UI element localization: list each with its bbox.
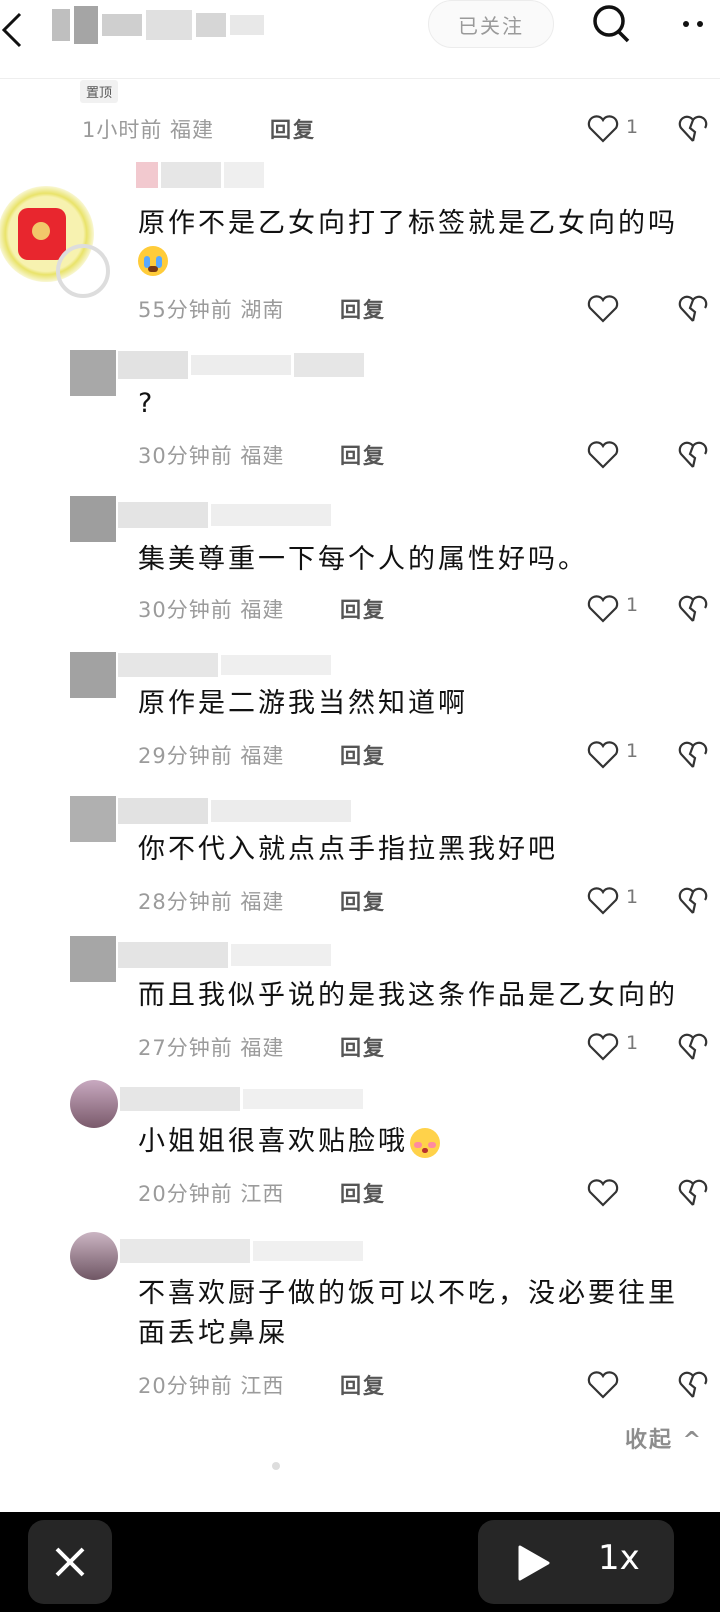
avatar[interactable] — [70, 1080, 118, 1128]
comment-text: 不喜欢厨子做的饭可以不吃，没必要往里 — [138, 1278, 678, 1309]
blurred-username — [118, 650, 331, 680]
crying-emoji-icon — [138, 246, 168, 276]
comment-meta: 20分钟前 江西 — [138, 1374, 285, 1398]
comment-text-line2: 面丢坨鼻屎 — [138, 1318, 288, 1349]
follow-status-button[interactable]: 已关注 — [428, 0, 554, 48]
avatar[interactable] — [70, 1232, 118, 1280]
reply-button[interactable]: 回复 — [340, 740, 386, 770]
back-icon[interactable] — [0, 8, 34, 52]
avatar[interactable] — [70, 350, 116, 396]
pinned-reply-button[interactable]: 回复 — [270, 114, 316, 144]
reply-button[interactable]: 回复 — [340, 294, 386, 324]
reply-button[interactable]: 回复 — [340, 1178, 386, 1208]
comment-meta: 30分钟前 福建 — [138, 444, 285, 468]
play-icon[interactable] — [516, 1544, 552, 1582]
comment-text: 你不代入就点点手指拉黑我好吧 — [138, 834, 558, 865]
comment-meta: 27分钟前 福建 — [138, 1036, 285, 1060]
heart-icon[interactable] — [586, 294, 620, 324]
comment-meta: 55分钟前 湖南 — [138, 298, 285, 322]
reply-button[interactable]: 回复 — [340, 440, 386, 470]
playback-speed-button[interactable]: 1x — [598, 1538, 640, 1578]
comment-meta: 29分钟前 福建 — [138, 744, 285, 768]
heart-icon[interactable] — [586, 886, 620, 916]
broken-heart-icon[interactable] — [678, 740, 708, 770]
blurred-username — [118, 350, 364, 380]
close-icon — [55, 1547, 85, 1577]
comment-text: 原作是二游我当然知道啊 — [138, 688, 468, 719]
broken-heart-icon[interactable] — [678, 1032, 708, 1062]
reply-button[interactable]: 回复 — [340, 1370, 386, 1400]
broken-heart-icon[interactable] — [678, 114, 708, 144]
playback-controls: 1x — [478, 1520, 674, 1604]
like-count: 1 — [626, 116, 639, 138]
broken-heart-icon[interactable] — [678, 1370, 708, 1400]
heart-icon[interactable] — [586, 594, 620, 624]
comment-text-content: 小姐姐很喜欢贴脸哦 — [138, 1126, 408, 1157]
heart-icon[interactable] — [586, 114, 620, 144]
search-icon[interactable] — [590, 4, 634, 48]
broken-heart-icon[interactable] — [678, 1178, 708, 1208]
comment-text: 而且我似乎说的是我这条作品是乙女向的 — [138, 980, 678, 1011]
comment-text: 小姐姐很喜欢贴脸哦 — [138, 1122, 440, 1162]
page-indicator — [272, 1462, 280, 1470]
comment-meta: 20分钟前 江西 — [138, 1182, 285, 1206]
like-count: 1 — [626, 886, 639, 908]
blurred-username — [118, 500, 331, 530]
reply-button[interactable]: 回复 — [340, 886, 386, 916]
heart-icon[interactable] — [586, 1370, 620, 1400]
avatar[interactable] — [70, 496, 116, 542]
pinned-meta: 1小时前 福建 — [82, 118, 215, 142]
like-count: 1 — [626, 1032, 639, 1054]
avatar-ring — [56, 244, 110, 298]
avatar[interactable] — [70, 936, 116, 982]
blurred-username — [118, 796, 351, 826]
close-button[interactable] — [28, 1520, 112, 1604]
heart-icon[interactable] — [586, 1178, 620, 1208]
blurred-username — [136, 160, 264, 190]
blurred-username — [120, 1236, 363, 1266]
blush-emoji-icon — [410, 1127, 440, 1158]
broken-heart-icon[interactable] — [678, 594, 708, 624]
like-count: 1 — [626, 594, 639, 616]
broken-heart-icon[interactable] — [678, 886, 708, 916]
broken-heart-icon[interactable] — [678, 294, 708, 324]
comment-meta: 30分钟前 福建 — [138, 598, 285, 622]
heart-icon[interactable] — [586, 440, 620, 470]
media-control-bar: 1x — [0, 1512, 720, 1612]
avatar[interactable] — [70, 796, 116, 842]
top-bar: 已关注 — [0, 0, 720, 79]
comment-meta: 28分钟前 福建 — [138, 890, 285, 914]
pinned-badge: 置顶 — [80, 80, 119, 103]
blurred-username — [120, 1084, 363, 1114]
avatar[interactable] — [70, 652, 116, 698]
heart-icon[interactable] — [586, 740, 620, 770]
reply-button[interactable]: 回复 — [340, 1032, 386, 1062]
reply-button[interactable]: 回复 — [340, 594, 386, 624]
broken-heart-icon[interactable] — [678, 440, 708, 470]
blurred-username — [52, 2, 282, 48]
heart-icon[interactable] — [586, 1032, 620, 1062]
comment-text: 集美尊重一下每个人的属性好吗。 — [138, 544, 588, 575]
comment-text: ? — [138, 388, 156, 419]
comment-page: 已关注 置顶 1小时前 福建 回复 1 原作不是乙女向打了标签就是乙女向的吗 5… — [0, 0, 720, 1512]
like-count: 1 — [626, 740, 639, 762]
comment-text: 原作不是乙女向打了标签就是乙女向的吗 — [138, 208, 678, 239]
collapse-replies-button[interactable]: 收起 ^ — [625, 1422, 703, 1454]
more-icon[interactable] — [680, 16, 720, 32]
blurred-username — [118, 940, 331, 970]
